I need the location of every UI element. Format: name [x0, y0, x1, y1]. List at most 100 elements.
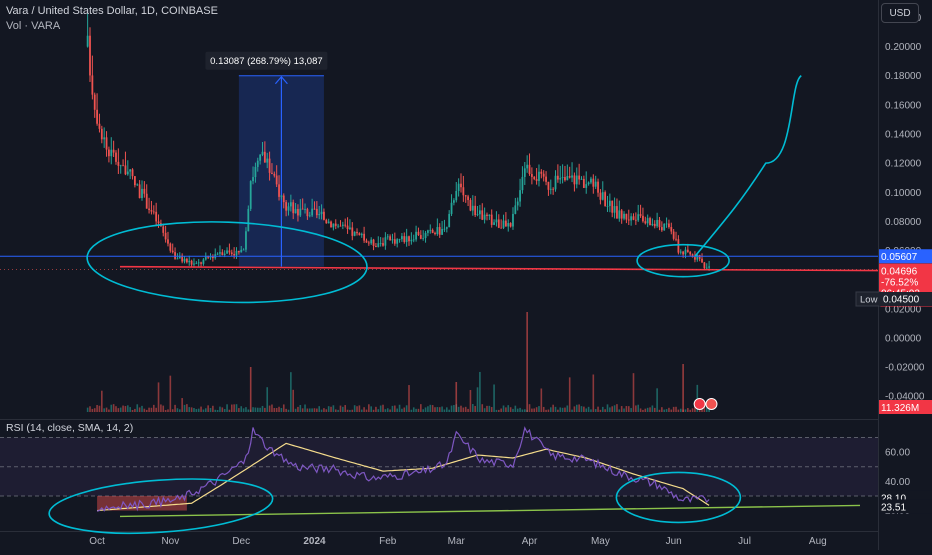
volume-bar	[490, 407, 493, 412]
candle-body	[122, 165, 124, 167]
volume-bar	[594, 409, 597, 412]
volume-bar	[379, 405, 382, 412]
volume-bar	[665, 409, 668, 412]
candle-body	[365, 240, 368, 243]
volume-bar	[431, 405, 434, 412]
volume-bar	[601, 406, 604, 412]
candle-body	[370, 239, 373, 244]
candle-body	[223, 253, 226, 255]
candle-body	[592, 178, 595, 187]
event-marker-icon[interactable]	[705, 398, 718, 410]
rsi-ma-value-badge: 23.51	[879, 499, 932, 514]
volume-bar	[642, 409, 644, 412]
volume-bar	[604, 409, 606, 412]
candle-body	[245, 231, 247, 250]
volume-bar	[415, 408, 417, 412]
volume-bar	[287, 409, 290, 412]
volume-bar	[420, 404, 422, 412]
volume-bar	[183, 404, 186, 412]
candle-body	[89, 35, 91, 76]
volume-bar	[228, 409, 231, 412]
candle-body	[202, 259, 205, 264]
candle-body	[417, 231, 420, 236]
candle-body	[585, 184, 588, 188]
volume-bar	[278, 406, 280, 412]
volume-bar	[195, 409, 198, 412]
candle-body	[590, 178, 592, 183]
candle-body	[476, 214, 479, 216]
candle-body	[337, 225, 340, 227]
event-marker-icon[interactable]	[693, 398, 706, 410]
candle-body	[299, 208, 302, 216]
volume-bar	[308, 408, 311, 412]
volume-bar	[233, 404, 235, 412]
candle-body	[119, 165, 122, 167]
low-badge-label: Low	[860, 295, 878, 306]
candle-body	[656, 219, 659, 227]
time-axis-tick: Oct	[89, 536, 105, 547]
volume-bar	[519, 407, 521, 412]
volume-bar	[129, 407, 131, 412]
chart-svg[interactable]: 0.220000.200000.180000.160000.140000.120…	[0, 0, 932, 550]
chart-root[interactable]: 0.220000.200000.180000.160000.140000.120…	[0, 0, 932, 550]
volume-bar	[549, 407, 552, 412]
volume-bar	[498, 409, 500, 412]
volume-legend: Vol · VARA	[6, 20, 61, 32]
candle-body	[436, 227, 439, 235]
price-axis-tick: 0.08000	[885, 217, 922, 228]
time-axis-tick: Apr	[522, 536, 538, 547]
volume-bar	[131, 409, 134, 412]
candle-body	[360, 233, 363, 236]
volume-bar	[169, 375, 172, 412]
volume-bar	[304, 404, 306, 412]
rsi-axis-tick: 40.00	[885, 477, 910, 488]
volume-bar	[394, 405, 396, 412]
volume-bar	[346, 409, 349, 412]
price-axis-tick: 0.12000	[885, 159, 922, 170]
volume-bar	[422, 409, 424, 412]
volume-bar	[427, 406, 429, 412]
volume-bar	[424, 407, 427, 412]
candle-body	[216, 253, 219, 255]
volume-bar	[382, 404, 384, 412]
volume-bar	[599, 409, 602, 412]
volume-bar	[412, 407, 415, 412]
candle-body	[138, 184, 141, 199]
candle-body	[689, 251, 692, 255]
volume-bar	[646, 407, 649, 412]
volume-bar	[446, 407, 448, 412]
volume-bar	[285, 408, 287, 412]
volume-bar	[155, 407, 157, 412]
volume-bar	[254, 407, 257, 412]
currency-button[interactable]: USD	[881, 3, 919, 23]
candle-body	[112, 149, 115, 153]
volume-bar	[372, 409, 375, 412]
volume-bar	[476, 387, 479, 412]
candle-body	[620, 210, 623, 219]
volume-bar	[656, 388, 658, 412]
candle-body	[403, 236, 406, 242]
rsi-legend: RSI (14, close, SMA, 14, 2)	[6, 422, 133, 434]
candle-body	[578, 175, 581, 180]
volume-bar	[167, 409, 169, 412]
volume-bar	[635, 405, 637, 412]
volume-bar	[200, 406, 202, 412]
candle-body	[481, 210, 484, 220]
candle-body	[103, 137, 106, 140]
candle-body	[157, 221, 160, 224]
volume-bar	[684, 409, 687, 412]
symbol-title: Vara / United States Dollar, 1D, COINBAS…	[6, 5, 218, 17]
candle-body	[412, 239, 415, 241]
candle-body	[275, 175, 278, 185]
candle-body	[571, 175, 573, 178]
volume-bar	[117, 408, 120, 412]
volume-bar	[689, 409, 692, 412]
volume-bar	[186, 404, 188, 412]
volume-bar	[349, 409, 351, 412]
volume-bar	[96, 404, 98, 412]
candle-body	[554, 175, 557, 190]
candle-body	[495, 219, 498, 223]
volume-bar	[479, 371, 481, 412]
volume-bar	[134, 408, 136, 412]
volume-bar	[216, 409, 219, 412]
